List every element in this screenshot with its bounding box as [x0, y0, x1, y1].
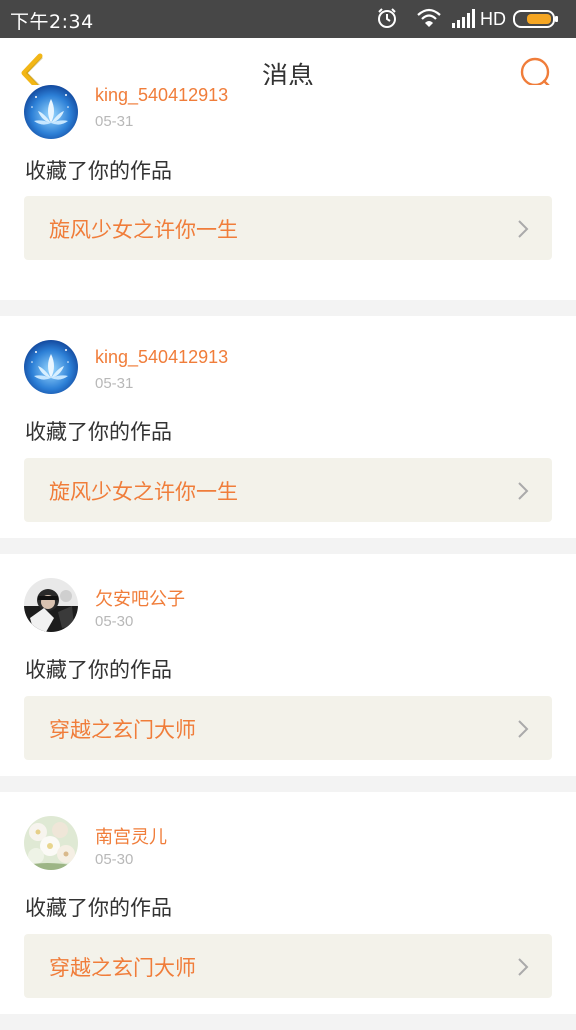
message-date: 05-31 [95, 113, 134, 130]
username[interactable]: 南宫灵儿 [95, 823, 167, 849]
message-card: 欠安吧公子 05-30 收藏了你的作品 穿越之玄门大师 [0, 554, 576, 760]
card-separator [0, 538, 576, 554]
message-card: 南宫灵儿 05-30 收藏了你的作品 穿越之玄门大师 [0, 792, 576, 998]
work-title: 穿越之玄门大师 [49, 956, 196, 980]
username[interactable]: king_540412913 [95, 85, 228, 106]
work-link[interactable]: 旋风少女之许你一生 [24, 458, 552, 522]
message-action: 收藏了你的作品 [25, 658, 172, 682]
chevron-right-icon [518, 720, 529, 738]
work-link[interactable]: 旋风少女之许你一生 [24, 196, 552, 260]
chevron-right-icon [518, 958, 529, 976]
message-date: 05-31 [95, 375, 134, 392]
status-time: 下午2:34 [10, 11, 94, 33]
message-card: king_540412913 05-31 收藏了你的作品 旋风少女之许你一生 [0, 85, 576, 276]
message-action: 收藏了你的作品 [25, 159, 172, 183]
status-bar: 下午2:34 HD [0, 0, 576, 38]
message-action: 收藏了你的作品 [25, 420, 172, 444]
work-link[interactable]: 穿越之玄门大师 [24, 696, 552, 760]
wifi-icon [417, 8, 441, 27]
work-title: 旋风少女之许你一生 [49, 218, 238, 242]
message-action: 收藏了你的作品 [25, 896, 172, 920]
user-avatar[interactable] [24, 85, 78, 139]
battery-icon [513, 10, 558, 28]
user-avatar[interactable] [24, 340, 78, 394]
user-avatar[interactable] [24, 578, 78, 632]
user-avatar[interactable] [24, 816, 78, 870]
username[interactable]: 欠安吧公子 [95, 585, 185, 611]
chevron-right-icon [518, 482, 529, 500]
card-separator [0, 1014, 576, 1030]
work-title: 穿越之玄门大师 [49, 718, 196, 742]
username[interactable]: king_540412913 [95, 347, 228, 368]
chevron-right-icon [518, 220, 529, 238]
message-date: 05-30 [95, 613, 134, 630]
message-card: king_540412913 05-31 收藏了你的作品 旋风少女之许你一生 [0, 316, 576, 522]
card-separator [0, 776, 576, 792]
work-link[interactable]: 穿越之玄门大师 [24, 934, 552, 998]
network-label: HD [480, 9, 506, 29]
work-title: 旋风少女之许你一生 [49, 480, 238, 504]
message-date: 05-30 [95, 851, 134, 868]
card-separator [0, 300, 576, 316]
alarm-icon [378, 8, 396, 28]
signal-icon [452, 9, 475, 28]
